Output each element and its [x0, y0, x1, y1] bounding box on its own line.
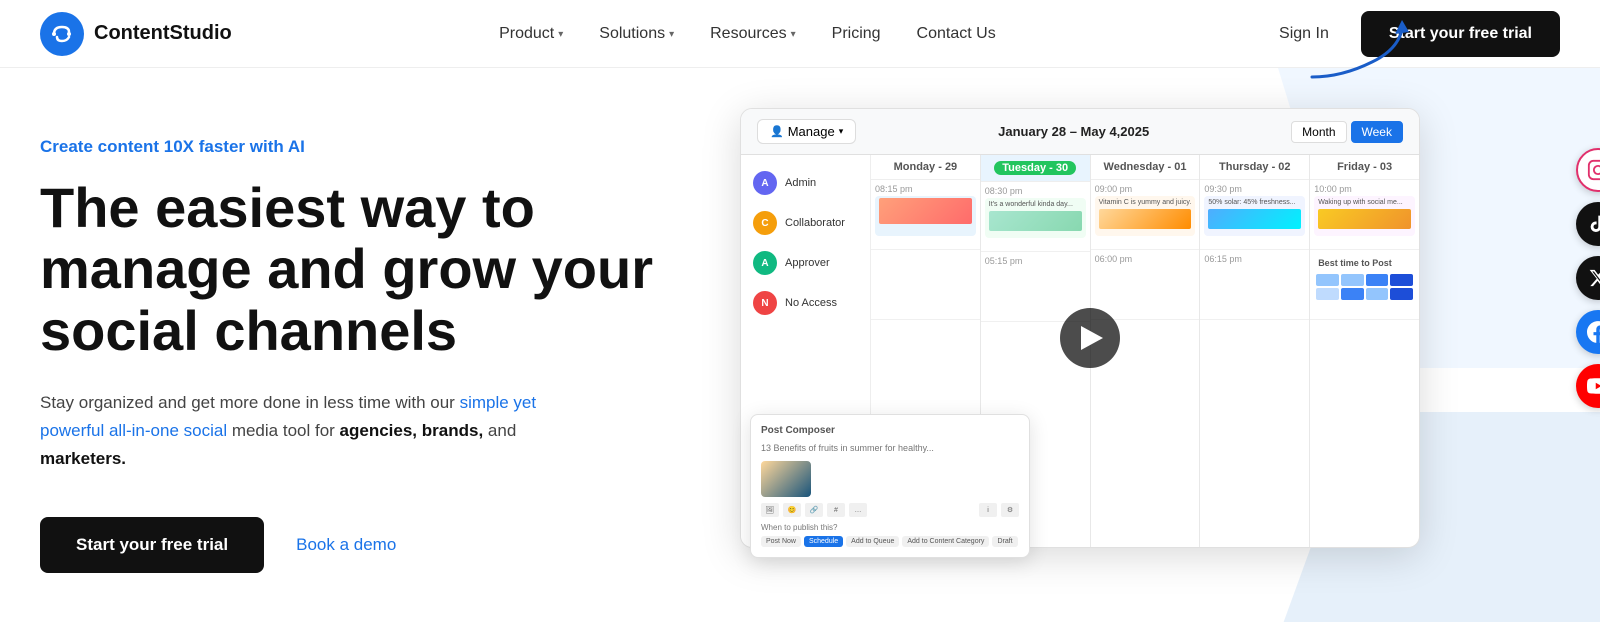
role-collaborator: C Collaborator	[741, 203, 870, 243]
blue-arrow-icon	[1302, 12, 1412, 82]
post-composer-title: Post Composer	[761, 425, 1019, 436]
best-time-label: Best time to Post	[1314, 254, 1415, 272]
image-tool[interactable]: 🖼	[761, 503, 779, 517]
more-tool[interactable]: …	[849, 503, 867, 517]
avatar-small: 👤	[770, 125, 784, 138]
date-range: January 28 – May 4,2025	[998, 124, 1149, 139]
link-tool[interactable]: 🔗	[805, 503, 823, 517]
social-icons-list	[1576, 148, 1600, 408]
nav-links: Product ▾ Solutions ▾ Resources ▾ Pricin…	[485, 17, 1010, 51]
post-composer: Post Composer 13 Benefits of fruits in s…	[750, 414, 1030, 558]
hero-title: The easiest way to manage and grow your …	[40, 177, 720, 362]
logo-icon	[40, 12, 84, 56]
cal-thursday: Thursday - 02 09:30 pm 50% solar: 45% fr…	[1200, 155, 1309, 548]
dashboard-mockup-container: 👤 Manage ▾ January 28 – May 4,2025 Month…	[740, 108, 1440, 568]
play-button[interactable]	[1060, 308, 1120, 368]
role-no-access: N No Access	[741, 283, 870, 323]
settings-tool[interactable]: ⚙	[1001, 503, 1019, 517]
chevron-down-icon: ▾	[839, 126, 844, 137]
nav-contact[interactable]: Contact Us	[903, 17, 1010, 51]
approver-avatar: A	[753, 251, 777, 275]
add-to-queue-btn[interactable]: Add to Queue	[846, 536, 899, 547]
emoji-tool[interactable]: 😊	[783, 503, 801, 517]
chevron-down-icon: ▾	[669, 29, 674, 40]
composer-toolbar: 🖼 😊 🔗 # … i ⚙	[761, 503, 1019, 517]
hero-cta: Start your free trial Book a demo	[40, 517, 720, 573]
post-composer-text: 13 Benefits of fruits in summer for heal…	[761, 442, 1019, 455]
hashtag-tool[interactable]: #	[827, 503, 845, 517]
hero-right: 👤 Manage ▾ January 28 – May 4,2025 Month…	[720, 68, 1560, 622]
youtube-icon[interactable]	[1576, 364, 1600, 408]
facebook-icon[interactable]	[1576, 310, 1600, 354]
role-approver: A Approver	[741, 243, 870, 283]
collaborator-avatar: C	[753, 211, 777, 235]
instagram-icon[interactable]	[1576, 148, 1600, 192]
draft-btn[interactable]: Draft	[992, 536, 1017, 547]
info-tool[interactable]: i	[979, 503, 997, 517]
hero-tagline: Create content 10X faster with AI	[40, 137, 720, 157]
manage-button[interactable]: 👤 Manage ▾	[757, 119, 856, 144]
nav-pricing[interactable]: Pricing	[818, 17, 895, 51]
cal-friday: Friday - 03 10:00 pm Waking up with soci…	[1310, 155, 1419, 548]
nav-solutions[interactable]: Solutions ▾	[585, 17, 688, 51]
no-access-avatar: N	[753, 291, 777, 315]
hero-free-trial-button[interactable]: Start your free trial	[40, 517, 264, 573]
week-view-button[interactable]: Week	[1351, 121, 1403, 143]
schedule-buttons: Post Now Schedule Add to Queue Add to Co…	[761, 536, 1019, 547]
twitter-x-icon[interactable]	[1576, 256, 1600, 300]
schedule-btn[interactable]: Schedule	[804, 536, 843, 547]
arrow-container	[1302, 12, 1412, 87]
dashboard-header: 👤 Manage ▾ January 28 – May 4,2025 Month…	[741, 109, 1419, 155]
logo-text: ContentStudio	[94, 22, 232, 45]
admin-avatar: A	[753, 171, 777, 195]
hero-left: Create content 10X faster with AI The ea…	[40, 68, 720, 622]
chevron-down-icon: ▾	[558, 29, 563, 40]
nav-resources[interactable]: Resources ▾	[696, 17, 810, 51]
logo[interactable]: ContentStudio	[40, 12, 232, 56]
post-image-preview	[761, 461, 811, 497]
nav-product[interactable]: Product ▾	[485, 17, 577, 51]
role-admin: A Admin	[741, 163, 870, 203]
chevron-down-icon: ▾	[791, 29, 796, 40]
month-view-button[interactable]: Month	[1291, 121, 1346, 143]
post-now-btn[interactable]: Post Now	[761, 536, 801, 547]
hero-subtitle: Stay organized and get more done in less…	[40, 389, 600, 473]
book-demo-link[interactable]: Book a demo	[296, 535, 396, 555]
hero-section: Create content 10X faster with AI The ea…	[0, 68, 1600, 622]
publish-label: When to publish this?	[761, 523, 1019, 532]
content-category-btn[interactable]: Add to Content Category	[902, 536, 989, 547]
tiktok-icon[interactable]	[1576, 202, 1600, 246]
